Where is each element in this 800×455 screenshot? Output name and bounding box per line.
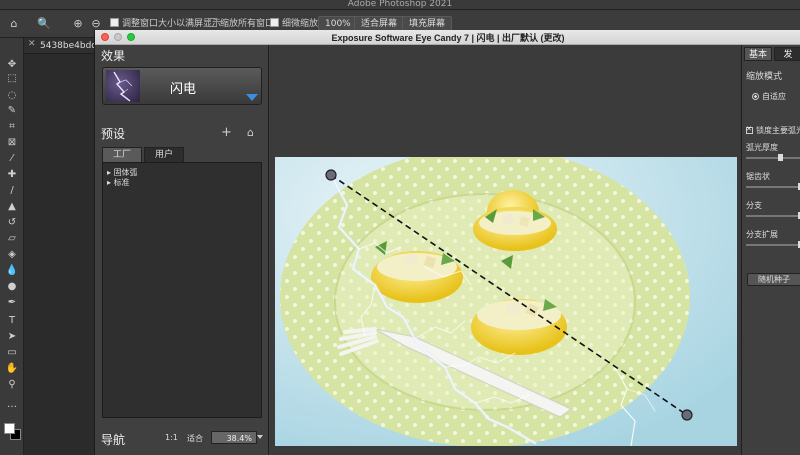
preset-standard: 标准 — [113, 178, 130, 187]
tools-panel: ✥ ⬚ ◌ ✎ ⌗ ⊠ ⁄ ✚ / ▲ ↺ ▱ ◈ 💧 ● ✒ T ➤ ▭ ✋ … — [0, 38, 24, 455]
history-brush-tool-icon[interactable]: ↺ — [4, 216, 20, 230]
zoom-level-field[interactable]: 38.4% — [211, 431, 257, 444]
preset-list: ▸ 固体弧 ▸ 标准 — [102, 162, 262, 418]
zoom-fit-button[interactable]: 适合 — [187, 433, 203, 444]
slider-handle[interactable] — [778, 154, 783, 161]
eraser-tool-icon[interactable]: ▱ — [4, 232, 20, 246]
scrubby-zoom-label: 细微缩放 — [282, 19, 319, 29]
adaptive-label: 自适应 — [762, 92, 786, 101]
crop-tool-icon[interactable]: ⌗ — [4, 120, 20, 134]
frame-tool-icon[interactable]: ⊠ — [4, 136, 20, 150]
branch-spread-slider[interactable] — [746, 241, 800, 248]
zoom-dropdown-icon[interactable] — [257, 435, 263, 439]
plugin-titlebar: Exposure Software Eye Candy 7 | 闪电 | 出厂默… — [95, 30, 800, 45]
zoom-all-label: 缩放所有窗口 — [220, 19, 275, 29]
arc-thickness-label: 弧光厚度 — [746, 143, 778, 152]
tab-factory[interactable]: 工厂 — [102, 147, 142, 162]
tab-user[interactable]: 用户 — [144, 147, 184, 162]
healing-tool-icon[interactable]: ✚ — [4, 168, 20, 182]
presets-heading: 预设 — [101, 127, 126, 141]
random-seed-button[interactable]: 随机种子 — [747, 273, 800, 286]
app-title: Adobe Photoshop 2021 — [347, 0, 453, 9]
eyedropper-tool-icon[interactable]: ⁄ — [4, 152, 20, 166]
adaptive-radio[interactable]: 自适应 — [752, 91, 786, 102]
stamp-tool-icon[interactable]: ▲ — [4, 200, 20, 214]
path-select-tool-icon[interactable]: ➤ — [4, 330, 20, 344]
close-tab-icon[interactable]: ✕ — [28, 39, 36, 49]
hand-tool-icon[interactable]: ✋ — [4, 362, 20, 376]
arc-thickness-slider[interactable] — [746, 154, 800, 161]
end-handle[interactable] — [681, 409, 693, 421]
blur-tool-icon[interactable]: 💧 — [4, 264, 20, 278]
preset-tabs: 工厂 用户 — [102, 147, 262, 162]
start-handle[interactable] — [325, 169, 337, 181]
zoom-1to1-button[interactable]: 1:1 — [165, 433, 178, 442]
plugin-title: Exposure Software Eye Candy 7 | 闪电 | 出厂默… — [331, 33, 565, 43]
navigation-bar: 导航 1:1 适合 38.4% — [95, 427, 269, 455]
type-tool-icon[interactable]: T — [4, 314, 20, 328]
zoom-in-icon[interactable]: ⊕ — [70, 16, 86, 32]
foreground-color-swatch[interactable] — [4, 423, 15, 434]
quick-select-tool-icon[interactable]: ✎ — [4, 104, 20, 118]
resize-windows-label: 调整窗口大小以满屏显示 — [122, 19, 222, 29]
photoshop-titlebar: Adobe Photoshop 2021 — [0, 0, 800, 10]
pen-tool-icon[interactable]: ✒ — [4, 296, 20, 310]
preset-solid-arc: 固体弧 — [113, 168, 138, 177]
effects-heading: 效果 — [101, 49, 126, 63]
lightning-preview-svg — [275, 157, 737, 446]
zoom-tool-icon[interactable]: 🔍 — [36, 16, 52, 32]
jagged-label: 锯齿状 — [746, 172, 770, 181]
lock-arc-label: 锁度主要弧光 — [756, 126, 800, 135]
zoom-mode-label: 缩放模式 — [746, 72, 783, 82]
eye-candy-window: Exposure Software Eye Candy 7 | 闪电 | 出厂默… — [94, 30, 800, 455]
effects-panel: 效果 闪电 预设 + ⌂ 工厂 用户 ▸ 固体弧 ▸ 标准 导航 1:1 适合 … — [95, 45, 269, 455]
tab-advanced[interactable]: 发 — [774, 47, 800, 61]
home-icon[interactable]: ⌂ — [247, 126, 254, 139]
lock-arc-checkbox[interactable]: 锁度主要弧光 — [746, 125, 800, 136]
plus-icon[interactable]: + — [221, 125, 232, 140]
branch-slider[interactable] — [746, 212, 800, 219]
home-icon[interactable]: ⌂ — [6, 16, 22, 32]
preview-image[interactable] — [275, 157, 737, 446]
preview-area — [270, 45, 741, 455]
lasso-tool-icon[interactable]: ◌ — [4, 89, 20, 103]
move-tool-icon[interactable]: ✥ — [4, 58, 20, 72]
tab-basic[interactable]: 基本 — [744, 47, 772, 61]
settings-panel: 基本 发 缩放模式 自适应 锁度主要弧光 弧光厚度 锯齿状 分支 分支扩展 随机… — [741, 45, 800, 455]
brush-tool-icon[interactable]: / — [4, 184, 20, 198]
more-tools-icon[interactable]: … — [4, 398, 20, 412]
effect-selector[interactable]: 闪电 — [102, 67, 262, 105]
branch-spread-label: 分支扩展 — [746, 230, 778, 239]
effect-name: 闪电 — [169, 82, 196, 97]
list-item[interactable]: ▸ 标准 — [107, 177, 130, 188]
jagged-slider[interactable] — [746, 183, 800, 190]
navigation-heading: 导航 — [101, 433, 126, 447]
branch-label: 分支 — [746, 201, 762, 210]
gradient-tool-icon[interactable]: ◈ — [4, 248, 20, 262]
zoom-tool-icon[interactable]: ⚲ — [4, 378, 20, 392]
dropdown-arrow-icon[interactable] — [246, 94, 258, 101]
marquee-tool-icon[interactable]: ⬚ — [4, 72, 20, 86]
dodge-tool-icon[interactable]: ● — [4, 280, 20, 294]
shape-tool-icon[interactable]: ▭ — [4, 346, 20, 360]
